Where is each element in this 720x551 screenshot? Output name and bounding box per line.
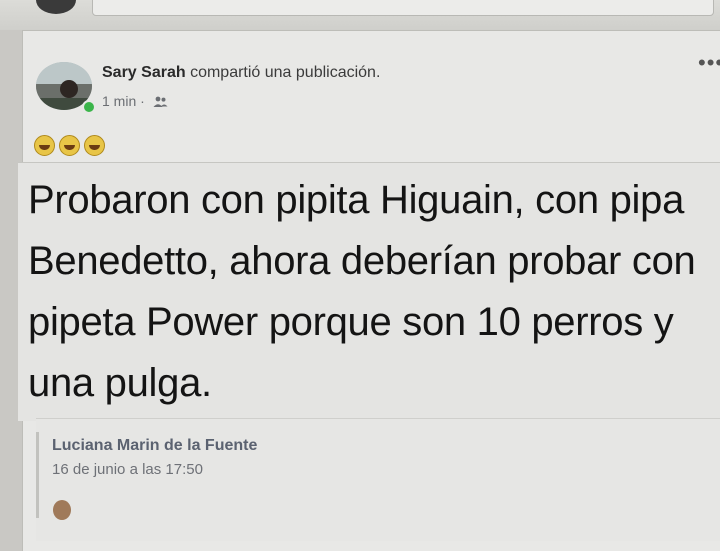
- original-author-avatar[interactable]: [53, 500, 71, 520]
- original-author[interactable]: Luciana Marin de la Fuente: [52, 437, 257, 455]
- top-avatar[interactable]: [36, 0, 76, 14]
- author-name[interactable]: Sary Sarah: [102, 64, 186, 81]
- top-strip: [0, 0, 720, 30]
- post-header: Sary Sarah compartió una publicación.: [102, 64, 380, 82]
- attribution-bar: [36, 432, 39, 518]
- original-date[interactable]: 16 de junio a las 17:50: [52, 461, 203, 478]
- more-options-icon[interactable]: •••: [698, 50, 720, 76]
- post-meta: 1 min ·: [102, 93, 168, 111]
- post-time[interactable]: 1 min: [102, 93, 136, 109]
- meta-separator: ·: [140, 93, 145, 109]
- grinning-face-icon: [34, 135, 55, 156]
- friends-icon[interactable]: [153, 95, 168, 111]
- avatar-face: [60, 80, 78, 98]
- grinning-face-icon: [59, 135, 80, 156]
- post-action: compartió una publicación.: [190, 64, 381, 81]
- emoji-row: [34, 135, 109, 156]
- composer-input[interactable]: [92, 0, 714, 16]
- grinning-face-icon: [84, 135, 105, 156]
- online-status-dot: [82, 100, 96, 114]
- shared-post-text: Probaron con pipita Higuain, con pipa Be…: [28, 178, 696, 405]
